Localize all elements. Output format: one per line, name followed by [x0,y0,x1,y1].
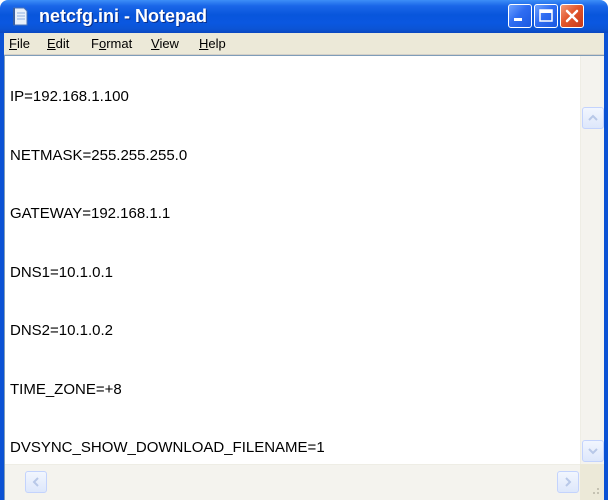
notepad-window: netcfg.ini - Notepad File Edit Format Vi… [0,0,608,500]
resize-grip-icon [593,488,599,494]
text-line: DVSYNC_SHOW_DOWNLOAD_FILENAME=1 [10,439,325,456]
text-line: IP=192.168.1.100 [10,88,129,105]
maximize-icon [539,9,553,22]
window-title: netcfg.ini - Notepad [39,6,207,26]
scroll-down-icon [588,448,598,455]
text-line: NETMASK=255.255.255.0 [10,146,188,164]
vertical-scrollbar[interactable] [580,56,604,464]
close-icon [565,9,579,23]
size-grip[interactable] [580,464,604,500]
text-line: DNS2=10.1.0.2 [10,322,113,339]
scroll-up-icon [588,114,598,121]
text-line: TIME_ZONE=+8 [10,380,122,398]
scroll-down-button[interactable] [582,440,604,462]
scroll-up-button[interactable] [582,107,604,129]
horizontal-scrollbar[interactable] [5,464,580,500]
text-line: GATEWAY=192.168.1.1 [10,205,171,222]
maximize-button[interactable] [534,4,558,28]
minimize-button[interactable] [508,4,532,28]
notepad-icon [12,7,28,26]
document-text[interactable]: IP=192.168.1.100 NETMASK=255.255.255.0 G… [10,48,325,497]
scroll-right-button[interactable] [557,471,579,493]
close-button[interactable] [560,4,584,28]
scroll-left-button[interactable] [25,471,47,493]
title-bar[interactable]: netcfg.ini - Notepad [0,0,608,33]
window-frame-right [604,33,608,500]
scroll-right-icon [565,477,572,487]
minimize-icon [514,18,522,21]
text-line: DNS1=10.1.0.1 [10,263,113,281]
scroll-left-icon [32,477,39,487]
